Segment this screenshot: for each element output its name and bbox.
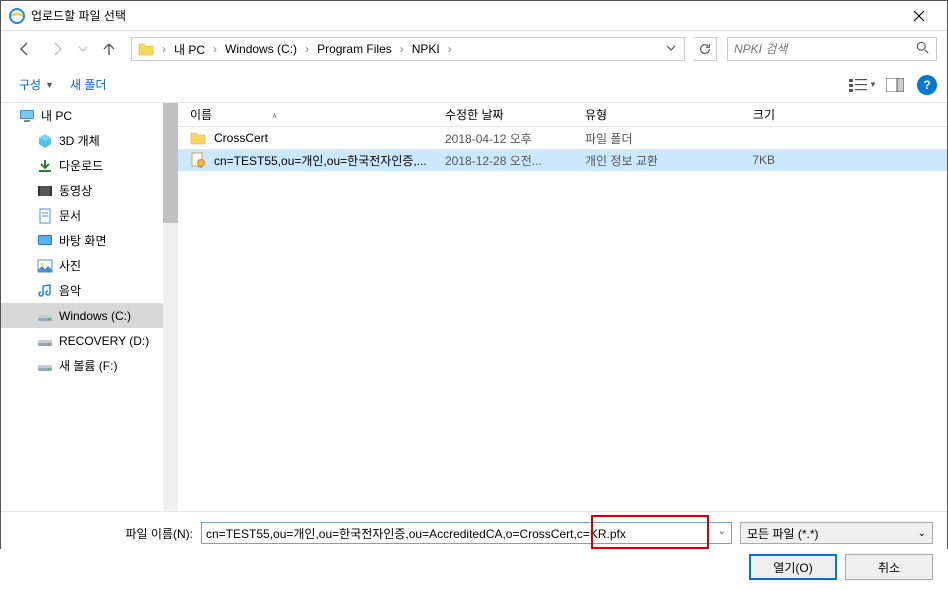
chevron-right-icon[interactable]: ›: [448, 42, 452, 56]
breadcrumb-item[interactable]: 내 PC: [170, 39, 209, 60]
sidebar-item[interactable]: 새 볼륨 (F:): [1, 353, 178, 378]
file-type: 개인 정보 교환: [585, 152, 690, 169]
help-button[interactable]: ?: [917, 75, 937, 95]
scrollbar-track[interactable]: [163, 103, 178, 511]
sidebar-item-label: 내 PC: [41, 107, 72, 124]
sidebar-item-label: 3D 개체: [59, 132, 100, 149]
organize-menu[interactable]: 구성 ▼: [11, 72, 62, 97]
sidebar-item[interactable]: 문서: [1, 203, 178, 228]
window-title: 업로드할 파일 선택: [31, 7, 899, 24]
file-type: 파일 폴더: [585, 130, 690, 147]
search-icon[interactable]: [916, 41, 930, 58]
drive-icon: [37, 358, 53, 374]
scrollbar-thumb[interactable]: [163, 103, 178, 223]
chevron-right-icon[interactable]: ›: [162, 42, 166, 56]
sidebar-item[interactable]: 동영상: [1, 178, 178, 203]
sidebar-item[interactable]: 음악: [1, 278, 178, 303]
sidebar-item-label: 음악: [59, 282, 81, 299]
column-header-type[interactable]: 유형: [585, 106, 690, 123]
sidebar-item[interactable]: 다운로드: [1, 153, 178, 178]
breadcrumb-item[interactable]: Windows (C:): [221, 40, 301, 58]
navbar: › 내 PC › Windows (C:) › Program Files › …: [1, 31, 947, 67]
column-header-date[interactable]: 수정한 날짜: [445, 106, 585, 123]
sidebar-item[interactable]: 3D 개체: [1, 128, 178, 153]
filename-label: 파일 이름(N):: [15, 525, 193, 542]
doc-icon: [37, 208, 53, 224]
file-row[interactable]: CrossCert2018-04-12 오후파일 폴더: [178, 127, 947, 149]
filetype-select[interactable]: 모든 파일 (*.*) ⌄: [740, 522, 933, 544]
filename-input[interactable]: [201, 522, 732, 544]
file-pane: 이름˄ 수정한 날짜 유형 크기 CrossCert2018-04-12 오후파…: [178, 103, 947, 511]
sidebar-item[interactable]: RECOVERY (D:): [1, 328, 178, 353]
sidebar-item-label: 새 볼륨 (F:): [59, 357, 117, 374]
organize-label: 구성: [19, 76, 41, 93]
sidebar-item[interactable]: Windows (C:): [1, 303, 178, 328]
sidebar-item[interactable]: 사진: [1, 253, 178, 278]
close-button[interactable]: [899, 2, 939, 30]
up-button[interactable]: [95, 35, 123, 63]
chevron-down-icon: ▼: [45, 80, 54, 90]
cert-icon: [190, 152, 208, 168]
file-date: 2018-12-28 오전...: [445, 152, 585, 169]
recent-dropdown[interactable]: [75, 35, 91, 63]
filetype-label: 모든 파일 (*.*): [747, 525, 819, 542]
cancel-button[interactable]: 취소: [845, 554, 933, 580]
photo-icon: [37, 258, 53, 274]
footer: 파일 이름(N): ⌄ 모든 파일 (*.*) ⌄ 열기(O) 취소: [1, 511, 947, 590]
filename-dropdown[interactable]: ⌄: [718, 526, 726, 537]
sidebar-item[interactable]: 내 PC: [1, 103, 178, 128]
sidebar-item-label: 사진: [59, 257, 81, 274]
column-header-name[interactable]: 이름˄: [190, 106, 445, 123]
download-icon: [37, 158, 53, 174]
search-box[interactable]: [727, 37, 937, 61]
sidebar: 내 PC 3D 개체다운로드동영상문서바탕 화면사진음악 Windows (C:) R…: [1, 103, 178, 511]
content-area: 내 PC 3D 개체다운로드동영상문서바탕 화면사진음악 Windows (C:) R…: [1, 103, 947, 511]
file-size: 7KB: [690, 153, 775, 167]
ie-icon: [9, 8, 25, 24]
column-headers: 이름˄ 수정한 날짜 유형 크기: [178, 103, 947, 127]
3d-icon: [37, 133, 53, 149]
chevron-right-icon[interactable]: ›: [400, 42, 404, 56]
new-folder-button[interactable]: 새 폴더: [62, 72, 114, 97]
breadcrumb[interactable]: › 내 PC › Windows (C:) › Program Files › …: [131, 37, 685, 61]
drive-icon: [37, 308, 53, 324]
drive-icon: [37, 333, 53, 349]
folder-icon: [190, 130, 208, 146]
breadcrumb-dropdown[interactable]: [662, 42, 680, 56]
chevron-down-icon: ▼: [869, 80, 877, 89]
folder-icon: [138, 41, 154, 57]
file-row[interactable]: cn=TEST55,ou=개인,ou=한국전자인증,...2018-12-28 …: [178, 149, 947, 171]
sidebar-item-label: Windows (C:): [59, 309, 131, 323]
forward-button[interactable]: [43, 35, 71, 63]
sidebar-item-label: 문서: [59, 207, 81, 224]
view-options-button[interactable]: ▼: [847, 71, 879, 99]
chevron-right-icon[interactable]: ›: [305, 42, 309, 56]
pc-icon: [19, 108, 35, 124]
desktop-icon: [37, 233, 53, 249]
chevron-right-icon[interactable]: ›: [213, 42, 217, 56]
file-name: cn=TEST55,ou=개인,ou=한국전자인증,...: [214, 152, 445, 169]
breadcrumb-item[interactable]: Program Files: [313, 40, 396, 58]
file-name: CrossCert: [214, 131, 445, 145]
breadcrumb-item[interactable]: NPKI: [408, 40, 444, 58]
chevron-down-icon: ⌄: [918, 528, 926, 539]
preview-pane-button[interactable]: [879, 71, 911, 99]
music-icon: [37, 283, 53, 299]
video-icon: [37, 183, 53, 199]
open-button[interactable]: 열기(O): [749, 554, 837, 580]
refresh-button[interactable]: [693, 37, 717, 61]
toolbar: 구성 ▼ 새 폴더 ▼ ?: [1, 67, 947, 103]
back-button[interactable]: [11, 35, 39, 63]
sidebar-item-label: 바탕 화면: [59, 232, 107, 249]
column-header-size[interactable]: 크기: [690, 106, 775, 123]
sidebar-item[interactable]: 바탕 화면: [1, 228, 178, 253]
sidebar-item-label: RECOVERY (D:): [59, 334, 149, 348]
sort-indicator-icon: ˄: [272, 112, 277, 121]
sidebar-item-label: 다운로드: [59, 157, 103, 174]
titlebar: 업로드할 파일 선택: [1, 1, 947, 31]
file-date: 2018-04-12 오후: [445, 130, 585, 147]
sidebar-item-label: 동영상: [59, 182, 92, 199]
search-input[interactable]: [734, 42, 916, 56]
